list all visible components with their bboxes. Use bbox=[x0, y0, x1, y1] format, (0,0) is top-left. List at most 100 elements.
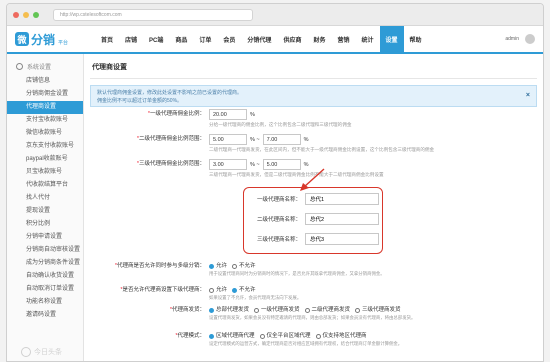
level3-name-input[interactable] bbox=[305, 233, 379, 245]
radio-label: 区域代理商代理 bbox=[216, 333, 255, 339]
range-separator: % ~ bbox=[250, 136, 260, 143]
logo[interactable]: 微 分销 平台 bbox=[7, 31, 95, 48]
radio-option[interactable]: 允许 bbox=[209, 286, 227, 294]
sidebar-item[interactable]: 支付宝收款账号 bbox=[7, 114, 83, 127]
avatar[interactable] bbox=[525, 34, 535, 44]
radio-label: 不允许 bbox=[239, 287, 256, 293]
option-label: 代理商是否允许同时参与多级分销： bbox=[116, 263, 205, 269]
unit-label: % bbox=[303, 136, 309, 143]
sidebar-item[interactable]: 分销申请设置 bbox=[7, 231, 83, 244]
close-icon[interactable]: × bbox=[526, 92, 530, 99]
nav-item[interactable]: 分销代理 bbox=[241, 26, 277, 52]
nav-item[interactable]: 会员 bbox=[217, 26, 241, 52]
radio-option[interactable]: 区域代理商代理 bbox=[209, 332, 255, 340]
nav-item[interactable]: 财务 bbox=[307, 26, 331, 52]
nav-item[interactable]: 设置 bbox=[379, 26, 404, 52]
sidebar-item[interactable]: 贝宝收款账号 bbox=[7, 166, 83, 179]
nav-item[interactable]: 店铺 bbox=[119, 26, 143, 52]
radio-option[interactable]: 允许 bbox=[209, 262, 227, 270]
name-label: 二级代理商名称： bbox=[256, 217, 301, 223]
radio-label: 仅支持地区代理商 bbox=[322, 333, 367, 339]
radio-label: 不允许 bbox=[239, 263, 256, 269]
sidebar-heading: 系统设置 bbox=[7, 62, 83, 71]
sidebar-item[interactable]: 功能名称设置 bbox=[7, 296, 83, 309]
radio-icon[interactable] bbox=[315, 333, 321, 339]
help-text: 用于设置代理商同时为分销商时的情况下，是否允许其既拿代理商佣金，又拿分销商佣金。 bbox=[209, 271, 385, 276]
sidebar-item[interactable]: 成为分销商条件设置 bbox=[7, 257, 83, 270]
radio-option[interactable]: 不允许 bbox=[232, 262, 256, 270]
sidebar-item[interactable]: 积分比例 bbox=[7, 218, 83, 231]
radio-option[interactable]: 仅支持地区代理商 bbox=[315, 332, 367, 340]
radio-icon[interactable] bbox=[304, 307, 310, 313]
nav-item[interactable]: 统计 bbox=[355, 26, 379, 52]
radio-option[interactable]: 二级代理商发货 bbox=[304, 306, 350, 314]
radio-label: 总部代理发货 bbox=[216, 307, 250, 313]
sidebar-item[interactable]: 微信收款账号 bbox=[7, 127, 83, 140]
logo-subtext: 平台 bbox=[58, 39, 69, 46]
nav-item[interactable]: 首页 bbox=[95, 26, 119, 52]
sidebar-item[interactable]: 京东支付收款账号 bbox=[7, 140, 83, 153]
radio-icon[interactable] bbox=[209, 263, 214, 269]
radio-option[interactable]: 三级代理商发货 bbox=[355, 306, 401, 314]
name-row-3: 三级代理商名称： bbox=[243, 233, 379, 245]
close-dot-icon[interactable] bbox=[13, 11, 19, 18]
radio-icon[interactable] bbox=[232, 263, 238, 269]
browser-chrome: http://wp.cstelesoftcom.com bbox=[7, 4, 543, 26]
notice-line: 佣金比例不可以超过订单金额的50%。 bbox=[97, 98, 183, 104]
notice-box: 默认代理商佣金设置，修改此处设置不影响之前已设置的代理商。 佣金比例不可以超过订… bbox=[90, 85, 537, 107]
name-label: 一级代理商名称： bbox=[256, 197, 301, 203]
sidebar-item[interactable]: 邀请码设置 bbox=[7, 309, 83, 322]
sidebar-item[interactable]: 分销商自动审核设置 bbox=[7, 244, 83, 257]
sidebar-item[interactable]: 提现设置 bbox=[7, 205, 83, 218]
username: admin bbox=[505, 36, 519, 42]
sidebar-item[interactable]: paypal收款账号 bbox=[7, 153, 83, 166]
rate-row-3: *三级代理商佣金比例范围： % ~ % 三级代理商一代理商发货，但是二级代理商佣… bbox=[90, 159, 384, 178]
radio-icon[interactable] bbox=[254, 307, 260, 313]
range-separator: % ~ bbox=[250, 161, 260, 168]
nav-item[interactable]: 营销 bbox=[331, 26, 355, 52]
sidebar-item[interactable]: 分销商佣金设置 bbox=[7, 88, 83, 101]
sidebar-item[interactable]: 店铺信息 bbox=[7, 75, 83, 88]
help-text: 分给一级代理商的佣金比例，这个比例包含二级代理和三级代理的佣金 bbox=[209, 122, 352, 127]
help-text: 二级代理商一代理商发货，在此区间内，但不能大于一级代理商佣金比例设置，这个比例包… bbox=[209, 147, 435, 152]
nav-item[interactable]: 订单 bbox=[193, 26, 217, 52]
minimize-dot-icon[interactable] bbox=[23, 11, 29, 18]
browser-window: http://wp.cstelesoftcom.com 微 分销 平台 首页 店铺… bbox=[6, 3, 544, 362]
radio-icon[interactable] bbox=[209, 333, 214, 339]
top-navigation: 微 分销 平台 首页 店铺 PC端 商品 订单 会员 分销代理 供应商 财务 营销 统计 设置 帮助 a… bbox=[7, 26, 543, 54]
level1-rate-input[interactable] bbox=[209, 109, 247, 120]
nav-item[interactable]: 商品 bbox=[169, 26, 193, 52]
radio-icon[interactable] bbox=[209, 287, 214, 293]
radio-icon[interactable] bbox=[209, 307, 214, 313]
sidebar-heading-label: 系统设置 bbox=[27, 65, 52, 71]
address-bar[interactable]: http://wp.cstelesoftcom.com bbox=[53, 8, 253, 21]
user-area[interactable]: admin bbox=[505, 34, 543, 44]
sidebar-item[interactable]: 代理商设置 bbox=[7, 101, 83, 114]
sidebar-item[interactable]: 找人代付 bbox=[7, 192, 83, 205]
radio-option[interactable]: 总部代理发货 bbox=[209, 306, 249, 314]
maximize-dot-icon[interactable] bbox=[33, 11, 39, 18]
nav-item[interactable]: 供应商 bbox=[277, 26, 307, 52]
level2-rate-max-input[interactable] bbox=[262, 134, 301, 145]
nav-item[interactable]: 帮助 bbox=[404, 26, 428, 52]
sidebar-item[interactable]: 代收款结算平台 bbox=[7, 179, 83, 192]
radio-label: 一级代理商发货 bbox=[261, 307, 300, 313]
nav-item[interactable]: PC端 bbox=[143, 26, 169, 52]
unit-label: % bbox=[250, 111, 255, 118]
name-row-2: 二级代理商名称： bbox=[243, 213, 379, 225]
radio-icon[interactable] bbox=[355, 307, 361, 313]
level2-name-input[interactable] bbox=[305, 213, 379, 225]
radio-option[interactable]: 仅全平台区域代理 bbox=[259, 332, 311, 340]
radio-option[interactable]: 不允许 bbox=[232, 286, 256, 294]
sidebar-item[interactable]: 自动取消订单设置 bbox=[7, 283, 83, 296]
rate-label: 三级代理商佣金比例范围： bbox=[138, 161, 205, 167]
level1-name-input[interactable] bbox=[305, 193, 379, 205]
radio-icon[interactable] bbox=[232, 287, 238, 293]
level2-rate-min-input[interactable] bbox=[209, 134, 247, 145]
radio-label: 允许 bbox=[216, 287, 228, 293]
level3-rate-min-input[interactable] bbox=[209, 159, 247, 170]
radio-option[interactable]: 一级代理商发货 bbox=[254, 306, 300, 314]
sidebar-item[interactable]: 自动确认收货设置 bbox=[7, 270, 83, 283]
help-text: 如果设置了不允许，会员代理商无法向下发展。 bbox=[209, 295, 302, 300]
radio-icon[interactable] bbox=[259, 333, 265, 339]
